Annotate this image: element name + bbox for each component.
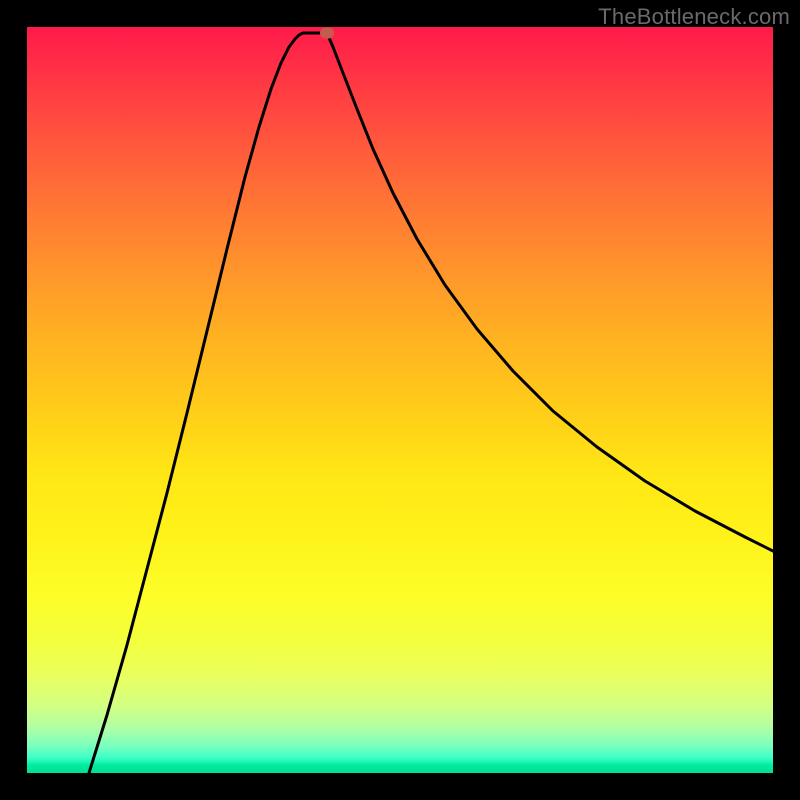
chart-frame: TheBottleneck.com	[0, 0, 800, 800]
watermark-text: TheBottleneck.com	[598, 4, 790, 30]
gradient-background	[27, 27, 773, 773]
optimal-point-marker	[320, 28, 334, 39]
